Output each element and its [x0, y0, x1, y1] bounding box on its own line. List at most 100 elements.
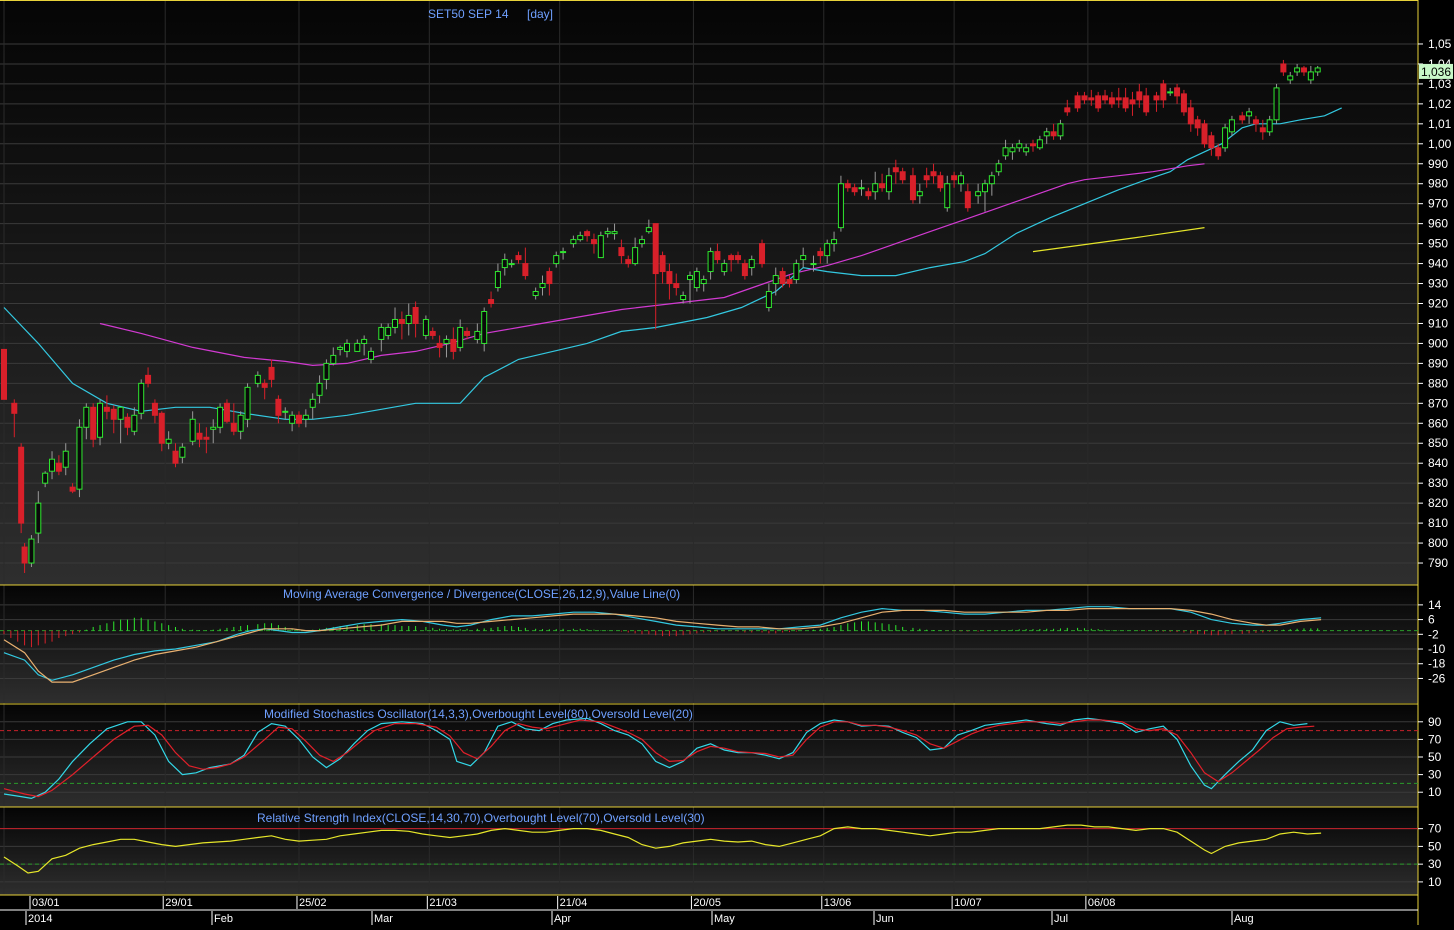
candle-body [1239, 115, 1246, 121]
candle-body [1187, 107, 1194, 125]
candle-body [165, 438, 172, 444]
y-tick-label: 820 [1428, 496, 1448, 510]
candle-body [217, 406, 224, 428]
candle-body [21, 546, 28, 564]
candle-body [223, 402, 230, 422]
candle-body [237, 414, 244, 432]
candle-body [515, 255, 522, 261]
candle-body [1050, 131, 1057, 137]
candle-body [851, 187, 858, 193]
candle-body [652, 223, 659, 275]
y-tick-label: 810 [1428, 516, 1448, 530]
x-tick-label-date: 06/08 [1088, 897, 1116, 909]
candle-body [1016, 143, 1023, 149]
candle-body [872, 183, 879, 193]
candle-body [1095, 95, 1102, 109]
candle-body [1143, 95, 1150, 113]
chart-svg: 1,051,041,031,021,011,009909809709609509… [0, 0, 1454, 925]
candle-body [1160, 83, 1167, 101]
candle-body [673, 283, 680, 289]
candle-body [450, 338, 457, 352]
candle-body [1194, 119, 1201, 129]
candle-body [244, 386, 251, 420]
candle-body [937, 175, 944, 189]
candle-body [988, 175, 995, 185]
y-tick-label: 920 [1428, 297, 1448, 311]
candle-body [443, 338, 450, 344]
candle-body [741, 263, 748, 277]
x-tick-label-month: 2014 [28, 913, 52, 925]
candle-body [625, 259, 632, 265]
candle-body [909, 175, 916, 201]
candle-body [501, 259, 508, 269]
candle-body [892, 167, 899, 173]
candle-body [110, 408, 117, 420]
candle-body [844, 183, 851, 189]
candle-body [361, 338, 368, 344]
candle-body [687, 275, 693, 281]
candle-body [488, 299, 495, 304]
candle-body [638, 239, 645, 245]
y-tick-label: 14 [1428, 598, 1442, 612]
candle-body [865, 191, 872, 197]
candle-body [464, 330, 471, 336]
candle-body [1102, 95, 1109, 101]
candle-body [158, 412, 165, 444]
candle-body [457, 326, 464, 348]
candle-body [1246, 111, 1253, 117]
candle-body [1122, 97, 1129, 109]
candle-body [1136, 91, 1143, 101]
chart-title: SET50 SEP 14 [428, 7, 509, 21]
candle-body [728, 255, 735, 261]
x-tick-label-month: Mar [374, 913, 393, 925]
candle-body [1259, 127, 1266, 133]
candle-body [1081, 95, 1088, 101]
candle-body [553, 255, 560, 265]
y-tick-label: 980 [1428, 177, 1448, 191]
y-tick-label: 890 [1428, 356, 1448, 370]
candle-body [1228, 119, 1235, 133]
candle-body [1129, 99, 1136, 105]
candle-body [916, 191, 923, 197]
x-tick-label-date: 03/01 [32, 897, 60, 909]
candle-body [1222, 127, 1229, 149]
candle-body [786, 279, 793, 285]
candle-body [1036, 139, 1043, 149]
y-tick-label: 870 [1428, 396, 1448, 410]
y-tick-label: 800 [1428, 536, 1448, 550]
y-tick-label: 950 [1428, 237, 1448, 251]
candle-body [748, 259, 755, 269]
candle-body [145, 374, 152, 384]
candle-body [680, 295, 687, 301]
x-tick-label-month: Jul [1054, 913, 1068, 925]
x-tick-label-date: 29/01 [165, 897, 193, 909]
x-tick-label-month: Aug [1234, 913, 1254, 925]
y-tick-label: 930 [1428, 277, 1448, 291]
candle-body [261, 382, 268, 388]
candle-body [69, 486, 76, 492]
candle-body [254, 374, 261, 384]
candle-body [532, 291, 539, 297]
candle-body [1174, 87, 1181, 97]
candle-body [700, 279, 707, 285]
candle-body [268, 366, 275, 380]
candle-body [522, 263, 529, 277]
y-tick-label: -18 [1428, 657, 1446, 671]
y-tick-label: 1,05 [1428, 37, 1452, 51]
candle-body [62, 450, 69, 468]
candle-body [584, 231, 591, 237]
candle-body [344, 342, 350, 352]
candle-body [282, 410, 289, 413]
candle-body [1287, 75, 1294, 81]
y-tick-label: 960 [1428, 217, 1448, 231]
rsi-title: Relative Strength Index(CLOSE,14,30,70),… [257, 811, 705, 825]
y-tick-label: 50 [1428, 839, 1442, 853]
candle-body [1273, 87, 1280, 121]
y-tick-label: 970 [1428, 197, 1448, 211]
candle-body [1300, 67, 1307, 73]
candle-body [131, 414, 138, 432]
candle-body [474, 330, 481, 340]
candle-body [275, 398, 282, 416]
candle-body [49, 458, 56, 472]
candle-body [302, 414, 309, 420]
